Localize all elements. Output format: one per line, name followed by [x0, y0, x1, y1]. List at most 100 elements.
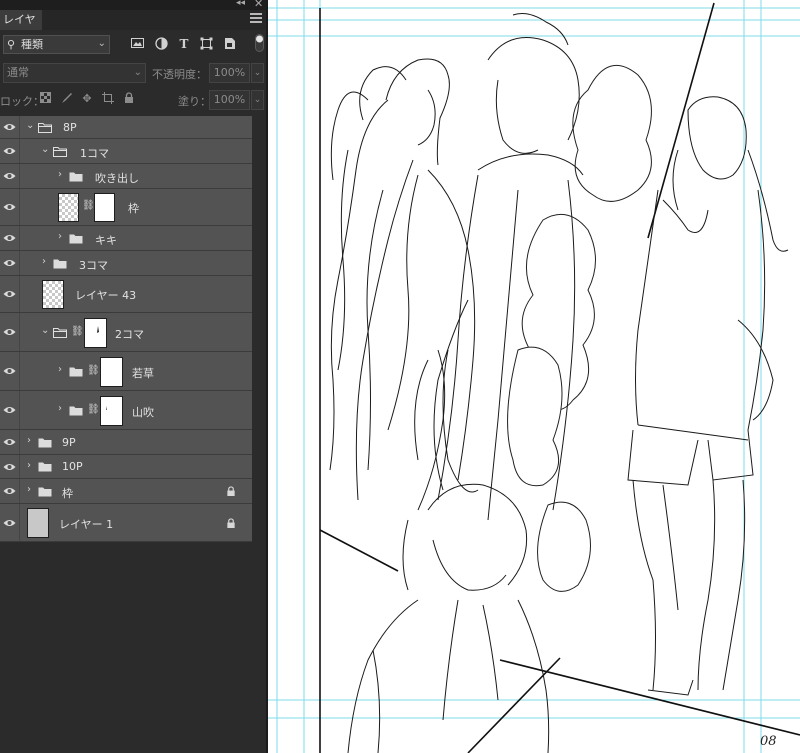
layer-row[interactable]: ⌄ ⛓ 2コマ [0, 313, 252, 352]
folder-icon [53, 259, 67, 269]
character-sketch-bottom [347, 483, 550, 753]
layer-name: 枠 [62, 487, 73, 500]
opacity-input[interactable]: 100% [209, 63, 250, 83]
shape-filter-icon[interactable] [199, 37, 213, 51]
layer-row[interactable]: ⌄ 1コマ [0, 139, 252, 164]
visibility-eye-icon[interactable] [3, 259, 16, 267]
blend-row: 通常 ⌄ 不透明度： 100% ⌄ [0, 62, 268, 84]
lock-all-icon[interactable] [122, 92, 136, 106]
visibility-eye-icon[interactable] [3, 290, 16, 298]
mask-link-icon[interactable]: ⛓ [71, 326, 84, 337]
expand-chevron-icon[interactable]: ⌄ [41, 145, 49, 155]
mask-thumbnail[interactable] [100, 396, 123, 426]
collapse-chevron-icon[interactable]: › [27, 461, 35, 471]
layer-row[interactable]: レイヤー 1 [0, 504, 252, 542]
expand-chevron-icon[interactable]: ⌄ [41, 326, 49, 336]
visibility-eye-icon[interactable] [3, 367, 16, 375]
layer-name: レイヤー 1 [59, 518, 114, 531]
opacity-dropdown-icon[interactable]: ⌄ [251, 63, 264, 83]
collapse-chevron-icon[interactable]: › [42, 257, 50, 267]
filter-kind-select[interactable]: ⚲ 種類 ⌄ [3, 35, 110, 54]
layer-name: 9P [62, 436, 76, 449]
layer-row[interactable]: › キキ [0, 226, 252, 251]
mask-thumbnail[interactable] [84, 318, 107, 348]
lock-icon [227, 518, 235, 528]
lock-transparent-pixels-icon[interactable] [38, 92, 52, 106]
layer-row[interactable]: › 3コマ [0, 251, 252, 276]
manga-sketch-artwork [268, 0, 800, 753]
collapse-chevron-icon[interactable]: › [27, 436, 35, 446]
lock-row: ロック： ✥ 塗り： 100% ⌄ [0, 88, 268, 112]
panel-menu-icon[interactable] [250, 13, 262, 25]
layer-row[interactable]: › 吹き出し [0, 164, 252, 189]
panel-top-strip: ◂◂ ✕ [0, 0, 268, 10]
tab-layers[interactable]: レイヤー [0, 10, 42, 46]
layers-list: ⌄ 8P ⌄ 1コマ › 吹き出し ⛓ 枠 › キキ › 3コマ レイヤー 43… [0, 114, 252, 545]
visibility-eye-icon[interactable] [3, 234, 16, 242]
fill-input[interactable]: 100% [209, 90, 250, 110]
folder-icon [38, 438, 52, 448]
layer-name: レイヤー 43 [75, 289, 137, 302]
type-filter-icon[interactable]: T [177, 37, 191, 51]
folder-icon [69, 172, 83, 182]
character-sketch-left [329, 58, 476, 511]
layer-row[interactable]: ⌄ 8P [0, 116, 252, 139]
mask-thumbnail[interactable] [94, 193, 115, 222]
fill-dropdown-icon[interactable]: ⌄ [251, 90, 264, 110]
visibility-eye-icon[interactable] [3, 172, 16, 180]
layer-row[interactable]: › 10P [0, 455, 252, 479]
layer-row[interactable]: ⛓ 枠 [0, 189, 252, 226]
collapse-chevron-icon[interactable]: › [58, 232, 66, 242]
layer-thumbnail [58, 193, 79, 222]
visibility-eye-icon[interactable] [3, 438, 16, 446]
layer-name: 1コマ [80, 147, 109, 160]
collapse-chevron-icon[interactable]: › [58, 404, 66, 414]
visibility-eye-icon[interactable] [3, 463, 16, 471]
mask-thumbnail[interactable] [100, 357, 123, 387]
page-number: 08 [760, 734, 777, 749]
panel-tab-row: レイヤー [0, 10, 268, 46]
adjustment-filter-icon[interactable] [154, 37, 168, 51]
layer-thumbnail [42, 280, 64, 309]
expand-chevron-icon[interactable]: ⌄ [26, 121, 34, 131]
collapse-chevron-icon[interactable]: › [58, 170, 66, 180]
layers-panel: ◂◂ ✕ レイヤー ⚲ 種類 ⌄ T 通常 ⌄ [0, 0, 268, 753]
speech-bubbles [507, 65, 652, 592]
collapse-chevron-icon[interactable]: › [27, 485, 35, 495]
layer-name: 2コマ [115, 328, 144, 341]
visibility-eye-icon[interactable] [3, 203, 16, 211]
visibility-eye-icon[interactable] [3, 328, 16, 336]
layer-thumbnail [27, 508, 49, 538]
lock-artboard-icon[interactable] [101, 92, 115, 106]
image-filter-icon[interactable] [130, 37, 144, 51]
visibility-eye-icon[interactable] [3, 123, 16, 131]
mask-link-icon[interactable]: ⛓ [87, 365, 100, 376]
document-canvas[interactable]: 08 [268, 0, 800, 753]
layer-name: 枠 [128, 202, 139, 215]
filter-toggle-icon[interactable] [255, 34, 264, 52]
mask-link-icon[interactable]: ⛓ [87, 404, 100, 415]
layer-name: 10P [62, 460, 83, 473]
visibility-eye-icon[interactable] [3, 487, 16, 495]
collapse-chevron-icon[interactable]: › [58, 365, 66, 375]
folder-icon [38, 462, 52, 472]
collapse-panel-icon[interactable]: ◂◂ [236, 0, 245, 8]
visibility-eye-icon[interactable] [3, 147, 16, 155]
layer-row[interactable]: レイヤー 43 [0, 276, 252, 313]
mask-link-icon[interactable]: ⛓ [82, 200, 95, 211]
blend-mode-select[interactable]: 通常 ⌄ [3, 63, 146, 83]
chevron-down-icon: ⌄ [97, 38, 106, 49]
close-panel-icon[interactable]: ✕ [254, 0, 263, 10]
layer-row[interactable]: › ⛓ 若草 [0, 352, 252, 391]
smart-object-filter-icon[interactable] [223, 37, 237, 51]
visibility-eye-icon[interactable] [3, 406, 16, 414]
folder-icon [38, 123, 52, 133]
blend-mode-value: 通常 [7, 66, 29, 79]
layer-row[interactable]: › 9P [0, 430, 252, 455]
visibility-eye-icon[interactable] [3, 519, 16, 527]
character-sketch-right [627, 96, 789, 696]
layer-row[interactable]: › ⛓ 山吹 [0, 391, 252, 430]
layer-row[interactable]: › 枠 [0, 479, 252, 504]
lock-position-icon[interactable]: ✥ [80, 92, 94, 106]
lock-image-pixels-icon[interactable] [60, 92, 74, 106]
